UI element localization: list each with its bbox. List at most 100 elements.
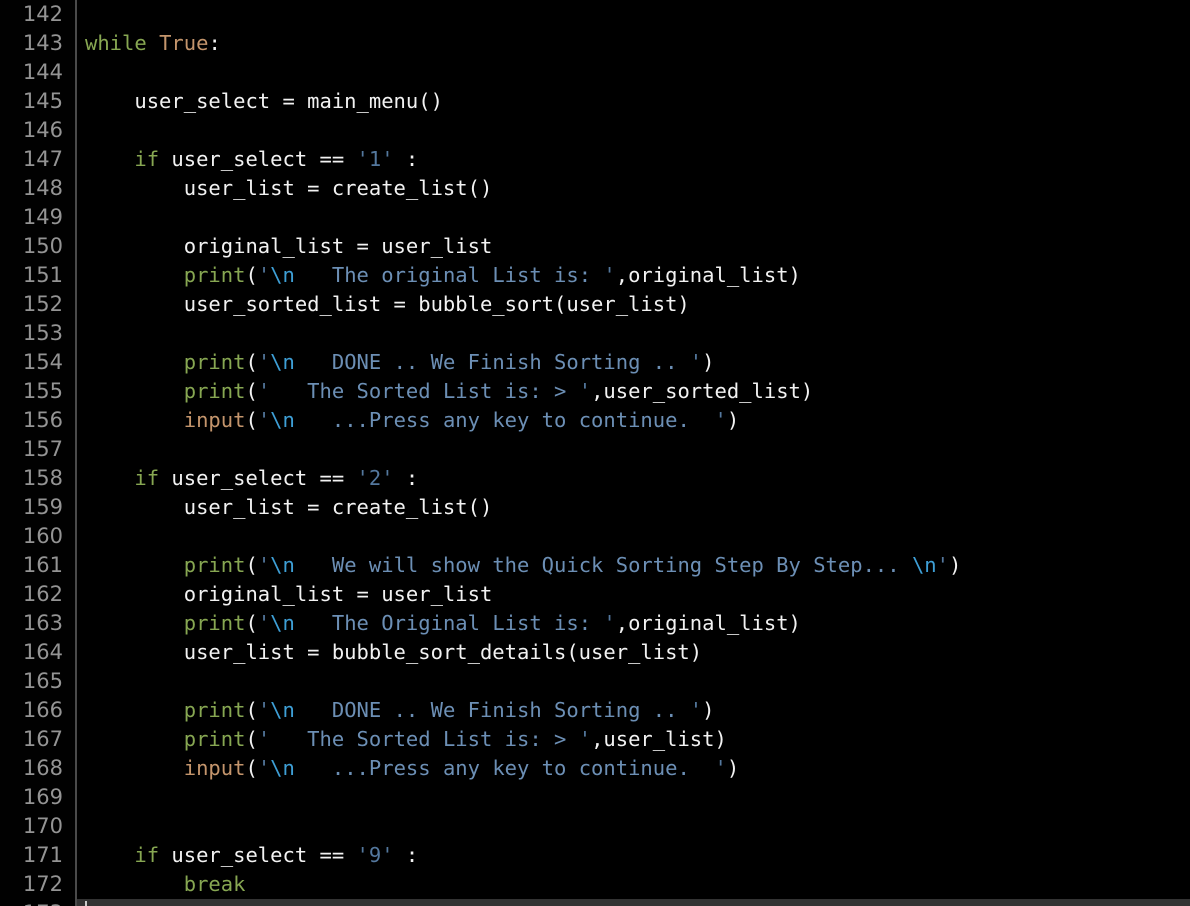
line-number: 142 [22, 2, 63, 26]
code-token-esc: \n [270, 263, 295, 287]
code-line[interactable] [77, 58, 1190, 87]
code-token-quote: ' [257, 553, 271, 577]
code-token-plain: user_list = create_list() [85, 495, 493, 519]
code-line[interactable] [77, 435, 1190, 464]
code-line[interactable]: break [77, 870, 1190, 899]
code-token-quote: ' [578, 727, 592, 751]
code-token-plain: user_select == [159, 466, 357, 490]
code-token-plain: : [393, 147, 419, 171]
code-line[interactable]: original_list = user_list [77, 232, 1190, 261]
code-line[interactable]: print('\n The original List is: ',origin… [77, 261, 1190, 290]
code-line[interactable]: print('\n DONE .. We Finish Sorting .. '… [77, 348, 1190, 377]
code-token-quote: '1' [356, 147, 394, 171]
code-line[interactable]: user_list = create_list() [77, 174, 1190, 203]
line-number: 146 [22, 118, 63, 142]
code-token-kw: break [183, 872, 246, 896]
line-number: 151 [22, 263, 63, 287]
code-line[interactable] [77, 783, 1190, 812]
code-token-builtin: True [159, 31, 209, 55]
code-token-punct: ) [702, 698, 715, 722]
code-token-plain: user_select = main_menu() [85, 89, 443, 113]
code-line[interactable] [77, 667, 1190, 696]
code-token-punct: ) [726, 408, 740, 432]
code-token-esc: \n [270, 553, 295, 577]
line-number: 172 [22, 872, 63, 896]
code-line[interactable]: print(' The Sorted List is: > ',user_sor… [77, 377, 1190, 406]
code-line[interactable] [77, 0, 1190, 29]
code-token-quote: ' [689, 350, 703, 374]
code-token-plain: ,user_sorted_list) [591, 379, 814, 403]
line-number: 150 [22, 234, 63, 258]
code-token-esc: \n [270, 698, 295, 722]
code-line[interactable]: print('\n We will show the Quick Sorting… [77, 551, 1190, 580]
code-token-str: The original List is: [294, 263, 604, 287]
code-line[interactable] [77, 319, 1190, 348]
code-token-quote: ' [257, 263, 271, 287]
code-line[interactable] [77, 812, 1190, 841]
line-number: 160 [22, 524, 63, 548]
line-number: 143 [22, 31, 63, 55]
code-line[interactable] [77, 116, 1190, 145]
code-token-plain: : [393, 843, 419, 867]
code-line[interactable]: print('\n The Original List is: ',origin… [77, 609, 1190, 638]
line-number-list: 142 143 144 145 146 147 148 149 150 151 152 153 154 1… [0, 0, 77, 906]
line-number: 157 [22, 437, 63, 461]
code-token-str: The Sorted List is: > [270, 727, 579, 751]
code-line[interactable]: user_select = main_menu() [77, 87, 1190, 116]
code-line[interactable]: input('\n ...Press any key to continue. … [77, 406, 1190, 435]
code-token-plain: user_sorted_list = bubble_sort(user_list… [85, 292, 690, 316]
line-number: 158 [22, 466, 63, 490]
line-number: 155 [22, 379, 63, 403]
code-token-plain: user_select == [159, 843, 357, 867]
code-line[interactable]: if user_select == '9' : [77, 841, 1190, 870]
code-line-list[interactable]: while True: user_select = main_menu() if… [77, 0, 1190, 906]
code-token-kw: print [183, 379, 246, 403]
code-token-str: ...Press any key to continue. [294, 408, 715, 432]
code-token-kw: if [134, 147, 160, 171]
code-token-builtin: input [183, 756, 246, 780]
code-line[interactable]: user_list = bubble_sort_details(user_lis… [77, 638, 1190, 667]
code-line[interactable]: print(' The Sorted List is: > ',user_lis… [77, 725, 1190, 754]
code-line[interactable] [77, 203, 1190, 232]
code-line[interactable]: original_list = user_list [77, 580, 1190, 609]
line-number: 169 [22, 785, 63, 809]
code-token-quote: ' [257, 350, 271, 374]
code-line[interactable] [77, 522, 1190, 551]
code-token-kw: if [134, 466, 160, 490]
code-token-punct: ( [245, 263, 258, 287]
code-token-punct: ( [245, 611, 258, 635]
line-number: 147 [22, 147, 63, 171]
code-token-plain: ,original_list) [615, 263, 801, 287]
code-line[interactable]: user_sorted_list = bubble_sort(user_list… [77, 290, 1190, 319]
code-editor[interactable]: 142 143 144 145 146 147 148 149 150 151 152 153 154 1… [0, 0, 1190, 906]
code-token-kw: print [183, 350, 246, 374]
code-token-punct: ( [245, 408, 258, 432]
line-number: 170 [22, 814, 63, 838]
code-line[interactable]: if user_select == '1' : [77, 145, 1190, 174]
line-number: 154 [22, 350, 63, 374]
code-token-punct: ) [726, 756, 740, 780]
code-line[interactable] [77, 899, 1190, 906]
code-token-punct: ( [245, 756, 258, 780]
code-line[interactable]: while True: [77, 29, 1190, 58]
code-line[interactable]: print('\n DONE .. We Finish Sorting .. '… [77, 696, 1190, 725]
code-line[interactable]: input('\n ...Press any key to continue. … [77, 754, 1190, 783]
code-token-punct: ( [245, 698, 258, 722]
code-token-quote: ' [257, 698, 271, 722]
code-token-str: The Original List is: [294, 611, 604, 635]
code-token-esc: \n [270, 611, 295, 635]
code-line[interactable]: if user_select == '2' : [77, 464, 1190, 493]
line-number: 171 [22, 843, 63, 867]
line-number: 161 [22, 553, 63, 577]
code-content-area[interactable]: while True: user_select = main_menu() if… [77, 0, 1190, 906]
code-token-esc: \n [270, 756, 295, 780]
code-token-quote: ' [257, 408, 271, 432]
code-line[interactable]: user_list = create_list() [77, 493, 1190, 522]
